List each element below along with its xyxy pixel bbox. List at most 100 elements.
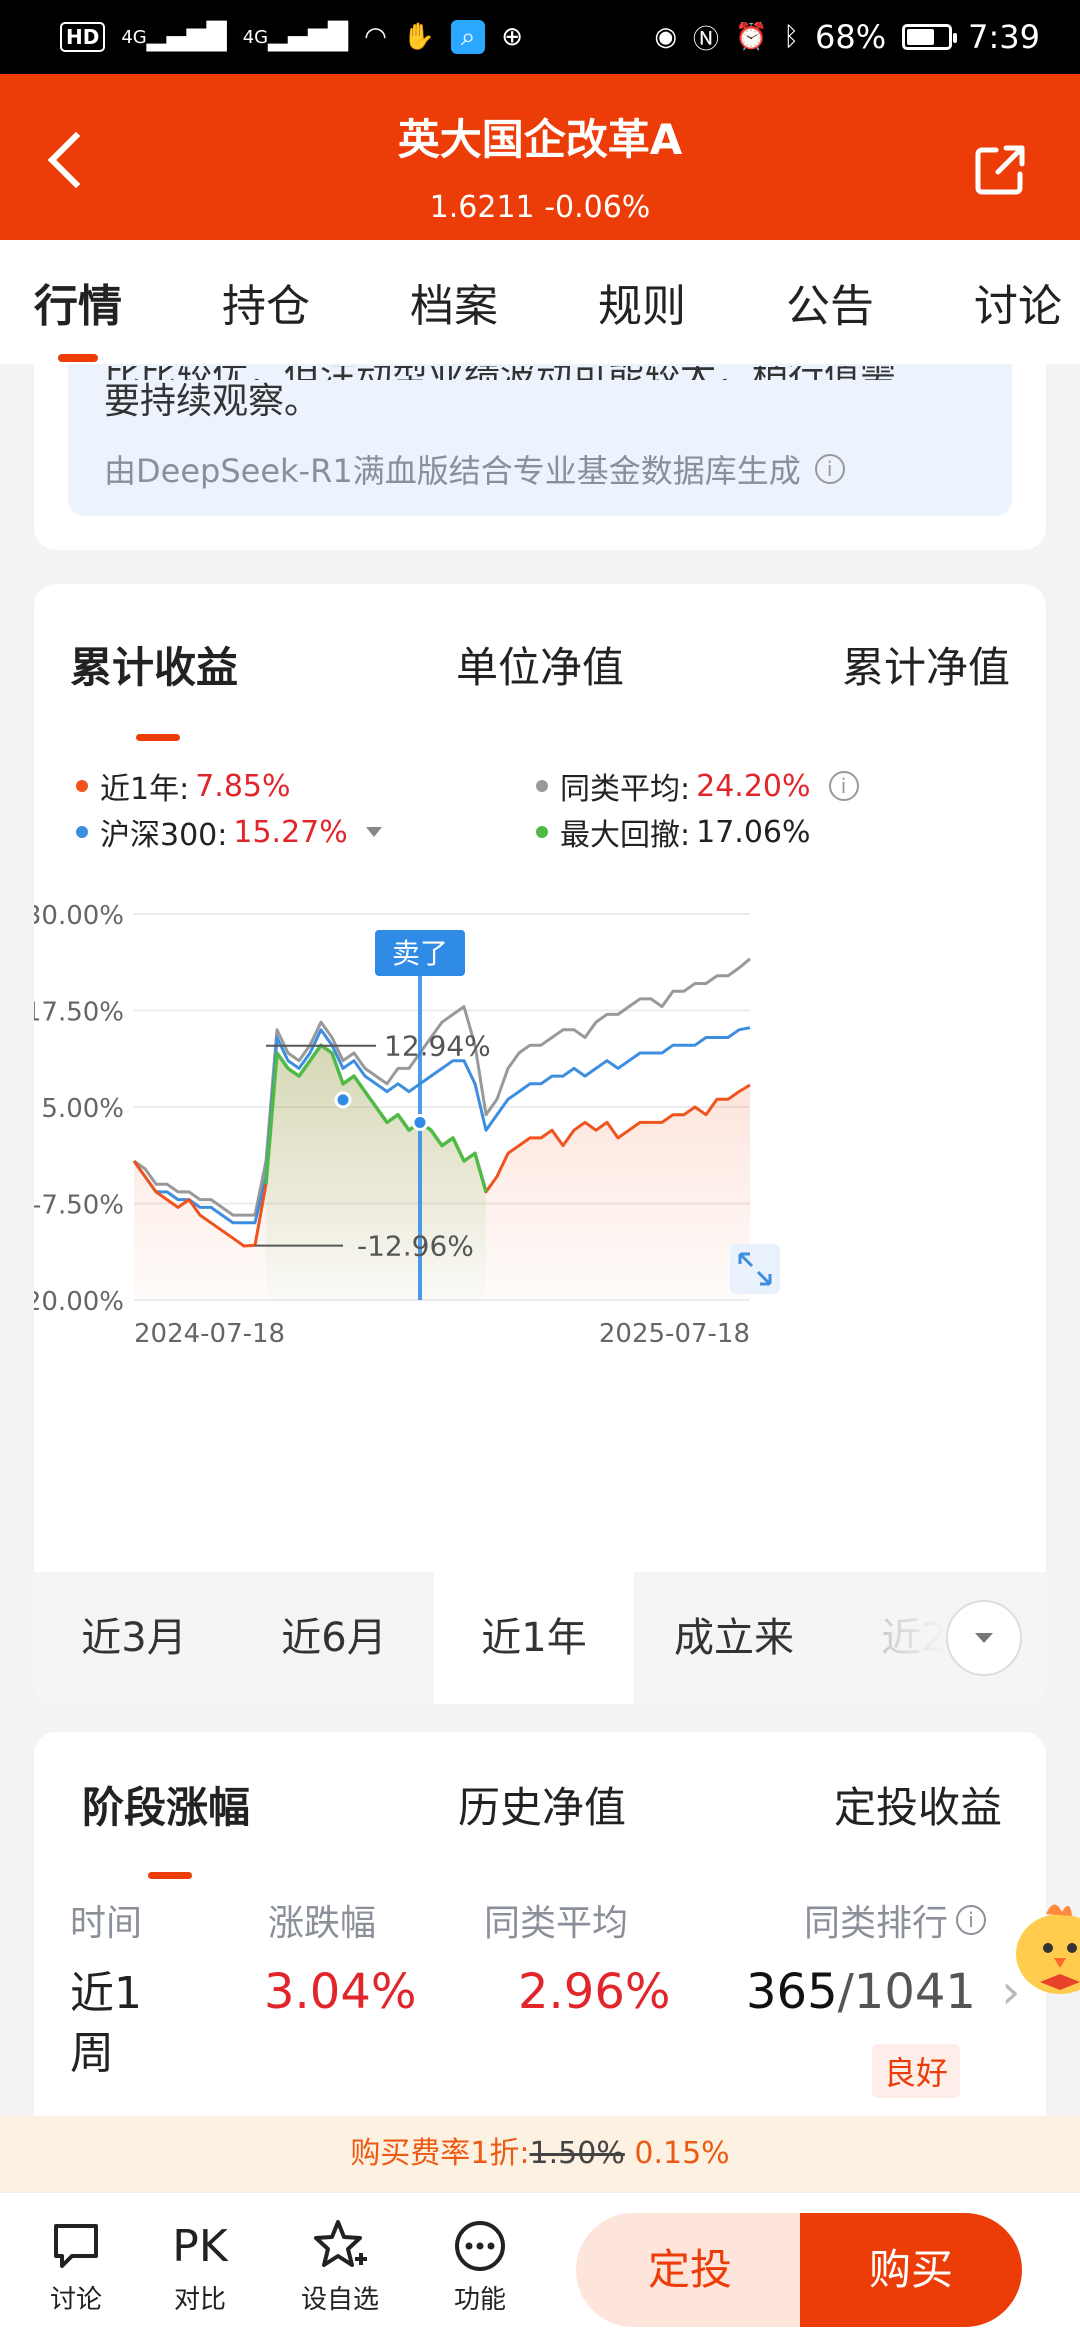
y-tick-label: 5.00% bbox=[41, 1094, 124, 1124]
bottom-action-bar: 讨论 PK 对比 设自选 功能 定投 购买 bbox=[0, 2192, 1080, 2340]
legend-index-value: 15.27% bbox=[233, 814, 348, 850]
tab-rules[interactable]: 规则 bbox=[598, 270, 686, 334]
y-axis: 30.00% 17.50% 5.00% -7.50% -20.00% bbox=[34, 901, 124, 1317]
bluetooth-icon: ᛒ bbox=[783, 22, 800, 52]
main-tabs: 行情 持仓 档案 规则 公告 讨论 bbox=[0, 240, 1080, 364]
tab-market[interactable]: 行情 bbox=[34, 270, 122, 362]
chart-tabs: 累计收益 单位净值 累计净值 bbox=[70, 634, 1010, 741]
peak-annotation: 12.94% bbox=[384, 1030, 491, 1063]
legend-dot-fund bbox=[76, 780, 88, 792]
return-line-chart[interactable]: 30.00% 17.50% 5.00% -7.50% -20.00% 卖了 12.94% -… bbox=[34, 894, 1046, 1534]
col-peer-avg: 同类平均 bbox=[484, 1903, 629, 1944]
fund-name: 英大国企改革A bbox=[397, 115, 683, 164]
col-change: 涨跌幅 bbox=[268, 1903, 377, 1944]
legend-drawdown: 最大回撤: 17.06% bbox=[536, 810, 811, 854]
rank-total: /1041 bbox=[837, 1964, 976, 2020]
dingtou-button[interactable]: 定投 bbox=[576, 2213, 804, 2327]
network-type-2: 4G bbox=[242, 26, 269, 48]
sell-marker-label: 卖了 bbox=[392, 937, 448, 970]
legend-index-label: 沪深300: bbox=[100, 818, 228, 853]
tab-cumulative-return[interactable]: 累计收益 bbox=[70, 634, 238, 741]
search-app-icon: ⌕ bbox=[451, 20, 486, 54]
range-3m[interactable]: 近3月 bbox=[34, 1572, 234, 1704]
rank-info-icon[interactable]: i bbox=[956, 1905, 987, 1935]
fee-promo-banner[interactable]: 购买费率1折:1.50% 0.15% bbox=[0, 2116, 1080, 2192]
legend-dot-index bbox=[76, 826, 88, 838]
bottom-discuss[interactable]: 讨论 bbox=[26, 2213, 126, 2316]
range-more-button[interactable] bbox=[946, 1600, 1022, 1676]
tab-profile[interactable]: 档案 bbox=[410, 270, 498, 334]
fund-quote: 1.6211 -0.06% bbox=[0, 190, 1080, 225]
globe-icon: ⊕ bbox=[501, 22, 523, 52]
buy-marker-dot bbox=[334, 1091, 352, 1109]
ai-source: 由DeepSeek-R1满血版结合专业基金数据库生成 i bbox=[104, 446, 976, 492]
trough-annotation: -12.96% bbox=[357, 1230, 474, 1263]
tab-cumulative-nav[interactable]: 累计净值 bbox=[842, 634, 1010, 695]
status-right: ◉ Ⓝ ⏰ ᛒ 68% 7:39 bbox=[654, 18, 1040, 56]
legend-info-icon[interactable]: i bbox=[828, 771, 859, 801]
ai-summary-card: 比比较优，但注动型业绩波动可能较大，稍行值需 要持续观察。 由DeepSeek-… bbox=[34, 364, 1046, 550]
fund-change: -0.06% bbox=[544, 190, 651, 225]
share-icon[interactable] bbox=[972, 142, 1028, 198]
promo-new-rate: 0.15% bbox=[634, 2136, 730, 2171]
ai-source-text: 由DeepSeek-R1满血版结合专业基金数据库生成 bbox=[104, 452, 801, 490]
bottom-functions-label: 功能 bbox=[453, 2285, 506, 2315]
y-tick-label: -7.50% bbox=[34, 1191, 124, 1221]
range-selector: 近3月 近6月 近1年 成立来 近2年 bbox=[34, 1572, 1046, 1704]
row-peer-avg: 2.96% bbox=[518, 1964, 671, 2020]
legend-peer-value: 24.20% bbox=[696, 768, 811, 804]
tab-discussion[interactable]: 讨论 bbox=[974, 270, 1062, 334]
rank-value: 365 bbox=[746, 1964, 838, 2020]
fund-price: 1.6211 bbox=[429, 190, 535, 225]
sell-marker-dot bbox=[411, 1113, 429, 1131]
tab-unit-nav[interactable]: 单位净值 bbox=[456, 634, 624, 695]
legend-fund-value: 7.85% bbox=[195, 768, 291, 804]
range-fade bbox=[826, 1572, 946, 1704]
tab-history-nav[interactable]: 历史净值 bbox=[458, 1774, 626, 1835]
legend-index[interactable]: 沪深300: 15.27% bbox=[76, 810, 382, 854]
legend-fund: 近1年: 7.85% bbox=[76, 764, 291, 808]
promo-prefix: 购买费率1折: bbox=[350, 2136, 530, 2171]
hand-icon: ✋ bbox=[402, 22, 436, 52]
status-bar: HD 4G ▂▄▆█ 4G ▂▄▆█ ◠ ✋ ⌕ ⊕ ◉ Ⓝ ⏰ ᛒ 68% 7:3… bbox=[0, 0, 1080, 74]
y-tick-label: 30.00% bbox=[34, 901, 124, 931]
legend-peer-label: 同类平均: bbox=[560, 772, 691, 807]
signal-icon-2: 4G ▂▄▆█ bbox=[242, 22, 349, 52]
app-header: 英大国企改革A 1.6211 -0.06% bbox=[0, 74, 1080, 240]
info-icon[interactable]: i bbox=[814, 454, 845, 484]
y-tick-label: -20.00% bbox=[34, 1287, 124, 1317]
ai-summary-cut-text: 比比较优，但注动型业绩波动可能较大，稍行值需 bbox=[104, 366, 976, 380]
bottom-watchlist-label: 设自选 bbox=[300, 2285, 379, 2315]
bottom-compare[interactable]: PK 对比 bbox=[150, 2213, 250, 2316]
range-6m[interactable]: 近6月 bbox=[234, 1572, 434, 1704]
mascot-chick-icon[interactable] bbox=[1010, 1896, 1080, 2000]
network-type: 4G bbox=[121, 26, 147, 48]
tab-announcements[interactable]: 公告 bbox=[786, 270, 874, 334]
buy-button[interactable]: 购买 bbox=[800, 2213, 1022, 2327]
col-time: 时间 bbox=[70, 1903, 143, 1944]
rank-badge: 良好 bbox=[871, 2044, 960, 2098]
more-dots-icon bbox=[430, 2213, 530, 2279]
row-rank[interactable]: 365/1041 › bbox=[746, 1964, 1020, 2020]
bottom-compare-label: 对比 bbox=[173, 2285, 226, 2315]
promo-old-rate: 1.50% bbox=[529, 2136, 625, 2171]
expand-icon-bg bbox=[730, 1244, 780, 1294]
expand-icon bbox=[730, 1244, 780, 1294]
range-since-inception[interactable]: 成立来 bbox=[634, 1572, 834, 1704]
nfc-icon: Ⓝ bbox=[693, 24, 720, 55]
bottom-functions[interactable]: 功能 bbox=[430, 2213, 530, 2316]
chevron-down-icon[interactable] bbox=[365, 827, 382, 837]
tab-holdings[interactable]: 持仓 bbox=[222, 270, 310, 334]
battery-level bbox=[907, 29, 935, 45]
bottom-discuss-label: 讨论 bbox=[49, 2285, 102, 2315]
legend-dot-drawdown bbox=[536, 826, 548, 838]
tab-stage-change[interactable]: 阶段涨幅 bbox=[82, 1774, 250, 1879]
return-chart-card: 累计收益 单位净值 累计净值 近1年: 7.85% 同类平均: 24.20% i… bbox=[34, 584, 1046, 1704]
legend-drawdown-value: 17.06% bbox=[696, 814, 811, 850]
tab-dingtou-return[interactable]: 定投收益 bbox=[834, 1774, 1002, 1835]
bottom-watchlist[interactable]: 设自选 bbox=[290, 2213, 390, 2316]
chat-icon bbox=[26, 2213, 126, 2279]
row-change: 3.04% bbox=[264, 1964, 417, 2020]
range-1y[interactable]: 近1年 bbox=[434, 1572, 634, 1704]
battery-percent: 68% bbox=[815, 18, 887, 56]
